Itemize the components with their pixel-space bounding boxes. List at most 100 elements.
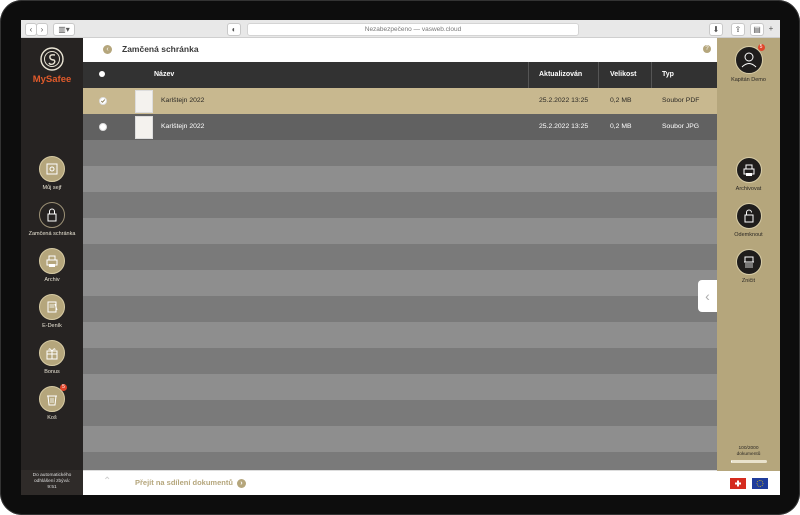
empty-row [83, 400, 717, 426]
empty-row [83, 244, 717, 270]
chevron-up-icon[interactable]: ⌃ [103, 476, 111, 487]
user-profile[interactable]: 5 Kapitán Demo [717, 44, 780, 83]
file-size: 0,2 MB [610, 123, 632, 130]
help-button[interactable]: ? [703, 45, 711, 53]
sidebar-item-label: Zamčená schránka [28, 231, 76, 237]
file-updated: 25.2.2022 13:25 [539, 123, 589, 130]
gift-icon [39, 340, 65, 366]
trash-icon: 5 [39, 384, 67, 412]
share-documents-label: Přejít na sdílení dokumentů [135, 478, 233, 487]
empty-row [83, 218, 717, 244]
archive-button[interactable]: Archivovat [717, 157, 780, 192]
sidebar-item-my-safe[interactable]: Můj sejf [21, 156, 83, 191]
trash-count-badge: 5 [60, 384, 67, 391]
file-size: 0,2 MB [610, 97, 632, 104]
page-title: Zamčená schránka [122, 44, 199, 54]
sidebar-item-label: Archiv [44, 277, 60, 283]
arrow-right-icon: › [236, 478, 246, 488]
empty-row [83, 322, 717, 348]
language-switcher [717, 471, 780, 495]
file-type: Soubor JPG [662, 123, 700, 130]
sidebar-item-locked-box[interactable]: Zamčená schránka [21, 202, 83, 237]
row-select-radio[interactable] [99, 97, 107, 105]
avatar: 5 [734, 44, 765, 74]
share-icon[interactable]: ⇪ [731, 23, 745, 36]
new-tab-icon[interactable]: + [766, 23, 776, 34]
mysafee-logo-icon [40, 47, 64, 71]
browser-toolbar: ‹ › ▥▾ ◐ Nezabezpečeno — vasweb.cloud ⬇ … [21, 20, 780, 38]
page-footer: ⌃ Přejít na sdílení dokumentů › [83, 470, 717, 495]
empty-row [83, 296, 717, 322]
tabs-icon[interactable]: ▤ [750, 23, 764, 36]
logout-timer-value: 9:51 [47, 485, 57, 490]
column-header-type[interactable]: Typ [662, 62, 674, 88]
column-header-size[interactable]: Velikost [610, 62, 636, 88]
lock-icon [39, 202, 65, 228]
empty-row [83, 166, 717, 192]
download-icon[interactable]: ⬇ [709, 23, 723, 36]
file-updated: 25.2.2022 13:25 [539, 97, 589, 104]
table-row[interactable]: Karlštejn 2022 25.2.2022 13:25 0,2 MB So… [83, 88, 717, 114]
app-logo[interactable]: MySafee [21, 46, 83, 85]
privacy-icon[interactable]: ◐ [227, 23, 241, 36]
sidebar-item-e-diary[interactable]: E-Deník [21, 294, 83, 329]
page-header: ‹ Zamčená schránka ? [83, 38, 717, 62]
file-type: Soubor PDF [662, 97, 700, 104]
quota-progress-fill [730, 460, 733, 463]
printer-icon [39, 248, 65, 274]
archive-label: Archivovat [735, 186, 762, 192]
safe-icon [39, 156, 65, 182]
swiss-flag-icon[interactable] [730, 478, 746, 489]
user-name: Kapitán Demo [731, 77, 766, 83]
table-header: Název Aktualizován Velikost Typ [83, 62, 717, 88]
browser-forward-button[interactable]: › [36, 23, 48, 36]
empty-row [83, 452, 717, 471]
unlock-icon [735, 203, 762, 229]
eu-flag-icon[interactable] [752, 478, 768, 489]
url-text: Nezabezpečeno — vasweb.cloud [364, 26, 462, 33]
table-row[interactable]: Karlštejn 2022 25.2.2022 13:25 0,2 MB So… [83, 114, 717, 140]
share-documents-link[interactable]: Přejít na sdílení dokumentů › [135, 478, 246, 488]
file-thumbnail [135, 90, 153, 113]
sidebar: MySafee Můj sejf Zamčená schránka Archiv [21, 38, 83, 495]
empty-row [83, 270, 717, 296]
collapse-panel-tab[interactable]: ‹ [698, 280, 717, 312]
column-divider [528, 62, 529, 88]
notification-badge: 5 [757, 44, 765, 51]
notebook-icon [39, 294, 65, 320]
sidebar-toggle-icon[interactable]: ▥▾ [53, 23, 75, 36]
empty-row [83, 374, 717, 400]
select-all-radio[interactable] [99, 71, 105, 77]
column-divider [598, 62, 599, 88]
sidebar-item-label: E-Deník [42, 323, 62, 329]
quota-progress-bar [730, 460, 767, 463]
sidebar-item-archive[interactable]: Archiv [21, 248, 83, 283]
main-content: ‹ Zamčená schránka ? Název Aktualizován … [83, 38, 717, 495]
device-frame: ‹ › ▥▾ ◐ Nezabezpečeno — vasweb.cloud ⬇ … [0, 0, 800, 515]
empty-row [83, 426, 717, 452]
screen: ‹ › ▥▾ ◐ Nezabezpečeno — vasweb.cloud ⬇ … [21, 20, 780, 495]
back-button[interactable]: ‹ [103, 45, 112, 54]
file-name: Karlštejn 2022 [161, 97, 205, 104]
right-panel: 5 Kapitán Demo Archivovat Odemknout Znič… [717, 38, 780, 495]
sidebar-item-bonus[interactable]: Bonus [21, 340, 83, 375]
shredder-icon [735, 249, 762, 275]
document-quota: 100/2000 dokumentů [717, 446, 780, 463]
empty-row [83, 192, 717, 218]
row-select-radio[interactable] [99, 123, 107, 131]
unlock-button[interactable]: Odemknout [717, 203, 780, 238]
sidebar-item-trash[interactable]: 5 Koš [21, 384, 83, 421]
app-name: MySafee [32, 74, 72, 85]
shred-button[interactable]: Zničit [717, 249, 780, 284]
logout-timer: Do automatického odhlášení zbývá: 9:51 [21, 470, 83, 495]
archive-icon [735, 157, 762, 183]
sidebar-item-label: Můj sejf [42, 185, 62, 191]
column-header-name[interactable]: Název [154, 62, 174, 88]
column-header-updated[interactable]: Aktualizován [539, 62, 582, 88]
sidebar-item-label: Koš [47, 415, 57, 421]
file-name: Karlštejn 2022 [161, 123, 205, 130]
unlock-label: Odemknout [734, 232, 763, 238]
quota-unit: dokumentů [736, 452, 761, 457]
address-bar[interactable]: Nezabezpečeno — vasweb.cloud [247, 23, 579, 36]
empty-row [83, 348, 717, 374]
